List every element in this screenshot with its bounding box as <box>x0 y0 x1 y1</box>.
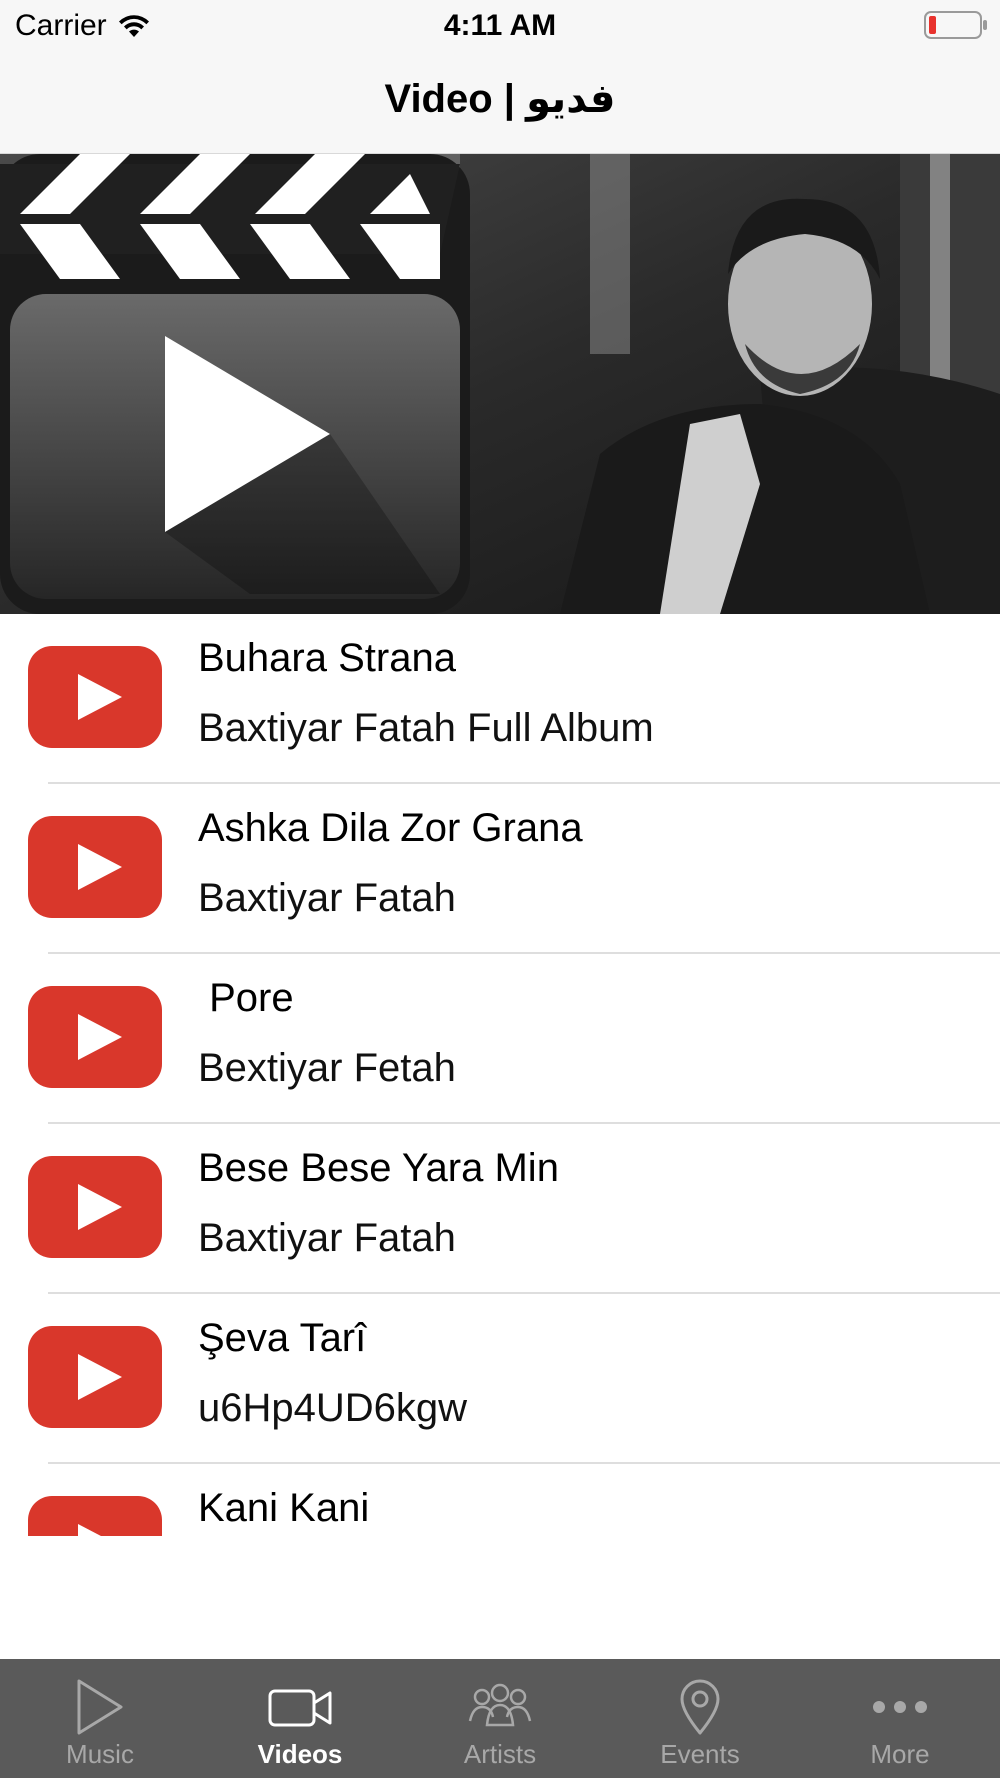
youtube-play-icon <box>28 1496 162 1536</box>
video-list: Buhara Strana Baxtiyar Fatah Full Album … <box>0 614 1000 1538</box>
video-subtitle: Baxtiyar Fatah <box>198 876 456 920</box>
youtube-play-icon <box>28 1326 162 1428</box>
youtube-play-icon <box>28 1156 162 1258</box>
tab-artists[interactable]: Artists <box>400 1659 600 1778</box>
tab-label: More <box>870 1739 930 1769</box>
page-title: Video | فديو <box>384 77 616 121</box>
video-subtitle: Baxtiyar Fatah <box>198 1216 456 1260</box>
list-item[interactable]: Bese Bese Yara Min Baxtiyar Fatah <box>0 1124 1000 1294</box>
tab-label: Events <box>660 1739 740 1769</box>
list-item[interactable]: Buhara Strana Baxtiyar Fatah Full Album <box>0 614 1000 784</box>
video-subtitle: u6Hp4UD6kgw <box>198 1386 468 1430</box>
tab-more[interactable]: More <box>800 1659 1000 1778</box>
video-camera-icon <box>268 1689 332 1727</box>
tab-label: Videos <box>257 1739 343 1769</box>
video-title: Buhara Strana <box>198 636 456 680</box>
video-title: Ashka Dila Zor Grana <box>198 806 583 850</box>
video-title: Pore <box>198 976 294 1020</box>
youtube-play-icon <box>28 646 162 748</box>
people-group-icon <box>468 1683 532 1727</box>
map-pin-icon <box>680 1679 720 1735</box>
list-item[interactable]: Şeva Tarî u6Hp4UD6kgw <box>0 1294 1000 1464</box>
video-title: Bese Bese Yara Min <box>198 1146 559 1190</box>
tab-music[interactable]: Music <box>0 1659 200 1778</box>
video-subtitle: Baxtiyar Fatah Full Album <box>198 706 654 750</box>
youtube-play-icon <box>28 816 162 918</box>
tab-bar: Music Videos Artists Events More <box>0 1659 1000 1778</box>
video-title: Kani Kani <box>198 1486 370 1530</box>
list-item[interactable]: Ashka Dila Zor Grana Baxtiyar Fatah <box>0 784 1000 954</box>
list-item[interactable]: Pore Bextiyar Fetah <box>0 954 1000 1124</box>
tab-label: Artists <box>463 1739 537 1769</box>
play-outline-icon <box>77 1679 123 1735</box>
status-time: 4:11 AM <box>443 9 557 42</box>
battery-icon <box>924 11 987 39</box>
tab-label: Music <box>66 1739 134 1769</box>
hero-image <box>0 154 1000 614</box>
list-item[interactable]: Kani Kani <box>0 1464 1000 1536</box>
tab-events[interactable]: Events <box>600 1659 800 1778</box>
more-dots-icon <box>873 1701 927 1713</box>
video-title: Şeva Tarî <box>198 1316 367 1360</box>
tab-videos[interactable]: Videos <box>200 1659 400 1778</box>
video-subtitle: Bextiyar Fetah <box>198 1046 456 1090</box>
hero-banner <box>0 154 1000 614</box>
top-bar: Carrier 4:11 AM Video | فديو <box>0 0 1000 154</box>
youtube-play-icon <box>28 986 162 1088</box>
